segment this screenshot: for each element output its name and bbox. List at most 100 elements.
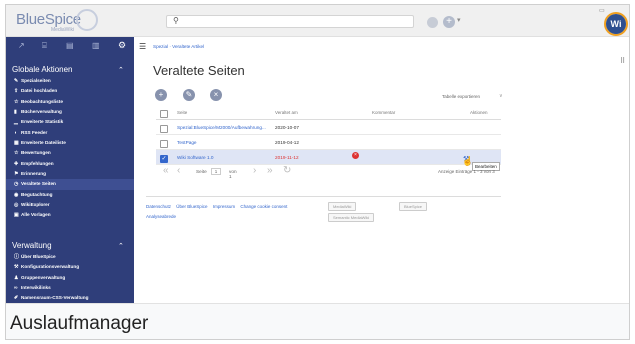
footer-link-about[interactable]: Über BlueSpice [176, 204, 207, 209]
brush-icon: ✐ [14, 295, 19, 302]
page-input[interactable]: 1 [211, 168, 221, 175]
column-header-comment[interactable]: Kommentar [372, 110, 395, 115]
sidebar-item-about[interactable]: ⓘ Über BlueSpice [6, 252, 134, 262]
row-checkbox[interactable]: ✓ [160, 155, 168, 163]
wand-icon: ✎ [14, 78, 19, 84]
footer-links: Datenschutz Über BlueSpice Impressum Cha… [146, 204, 291, 209]
table-header: Seite Veraltet am Kommentar Aktionen [156, 106, 501, 120]
page-link[interactable]: Spezial:BlueSpice/M2000/Aufbewahrung... [177, 125, 266, 130]
chevron-up-icon[interactable]: ⌃ [118, 66, 124, 74]
table-row[interactable]: ✓ Wiki Software 1.0 2019-11-12 ⚒ [156, 150, 501, 165]
sidebar-item-interwiki[interactable]: ∞ Interwikilinks [6, 283, 134, 293]
pin-icon[interactable]: ↗ [18, 41, 25, 50]
gear-icon[interactable]: ⚙ [118, 40, 126, 51]
column-header-date[interactable]: Veraltet am [275, 110, 298, 115]
clipboard-icon[interactable]: ▤ [66, 41, 74, 50]
page-link[interactable]: Wiki Software 1.0 [177, 155, 213, 160]
sidebar-item-label: WikiExplorer [21, 202, 50, 208]
avatar[interactable]: Wi [606, 14, 626, 34]
star-icon: ☆ [14, 98, 19, 105]
sidebar-item-watchlist[interactable]: ☆ Beobachtungsliste [6, 97, 134, 107]
group-heading-global[interactable]: Globale Aktionen [12, 65, 73, 74]
sidebar-item-books[interactable]: ▮ Bücherverwaltung [6, 107, 134, 117]
row-checkbox[interactable] [160, 140, 168, 148]
caption-bar: Auslaufmanager [6, 303, 629, 339]
next-page-icon[interactable]: › [253, 165, 256, 176]
page-title: Veraltete Seiten [153, 63, 245, 78]
prev-page-icon[interactable]: ‹ [177, 165, 180, 176]
chevron-down-icon[interactable]: ∨ [499, 93, 503, 99]
group-heading-admin[interactable]: Verwaltung [12, 241, 52, 250]
minimize-icon[interactable]: ▭ [599, 7, 605, 14]
footer-link-imprint[interactable]: Impressum [213, 204, 235, 209]
add-icon[interactable]: + [443, 16, 455, 28]
sidebar-item-label: Alle Vorlagen [21, 212, 51, 218]
mediawiki-badge[interactable]: MediaWiki [328, 202, 357, 211]
add-button[interactable]: + [155, 89, 167, 101]
edit-button[interactable]: ✎ [183, 89, 195, 101]
table-row[interactable]: TestPage 2019-04-12 [156, 135, 501, 150]
book-icon: ▮ [14, 109, 17, 116]
bluespice-badge[interactable]: BlueSpice [399, 202, 428, 211]
sidebar-item-config[interactable]: ⚒ Konfigurationsverwaltung [6, 262, 134, 272]
last-page-icon[interactable]: » [267, 165, 273, 176]
footer-link-privacy[interactable]: Datenschutz [146, 204, 171, 209]
expiry-date: 2019-04-12 [275, 140, 299, 145]
clock-icon: ◷ [14, 181, 19, 188]
footer-link-cookie[interactable]: Change cookie consent [240, 204, 287, 209]
search-icon: ⚲ [173, 16, 179, 25]
sidebar-item-wikiexplorer[interactable]: ◎ WikiExplorer [6, 200, 134, 210]
sidebar-item-ratings[interactable]: ☆ Bewertungen [6, 148, 134, 158]
footer-link-analysis[interactable]: Analyseabrede [146, 214, 176, 219]
menu-icon[interactable]: ☰ [139, 42, 146, 51]
sidebar-item-label: Spezialseiten [21, 78, 51, 83]
entries-summary: Anzeige Einträge 1 - 3 von 3 [438, 169, 495, 174]
refresh-icon[interactable]: ↻ [283, 165, 291, 176]
sidebar-item-recommendations[interactable]: ✚ Empfehlungen [6, 159, 134, 169]
delete-icon[interactable]: × [352, 152, 359, 159]
column-header-page[interactable]: Seite [177, 110, 187, 115]
sidebar-item-groups[interactable]: ♟ Gruppenverwaltung [6, 273, 134, 283]
top-bar: BlueSpice MediaWiki ⚲ + ▾ ▭ Wi [6, 5, 629, 37]
footer-divider [146, 196, 501, 197]
link-icon: ∞ [14, 285, 18, 292]
expiry-date: 2019-11-12 [275, 155, 299, 160]
sidebar: ↗ ⌸ ▤ ▥ ⚙ Globale Aktionen ⌃ ✎ Spezialsei… [6, 37, 134, 303]
sidebar-item-templates[interactable]: ▣ Alle Vorlagen [6, 210, 134, 220]
chevron-up-icon[interactable]: ⌃ [118, 242, 124, 250]
sidebar-item-label: Veraltete Seiten [21, 181, 56, 187]
sidebar-item-spezialseiten[interactable]: ✎ Spezialseiten [6, 76, 134, 86]
screenshot-frame: BlueSpice MediaWiki ⚲ + ▾ ▭ Wi ↗ ⌸ ▤ ▥ ⚙… [5, 4, 630, 340]
breadcrumb[interactable]: Spezial · Veraltete Artikel [153, 44, 204, 49]
sidebar-item-reminder[interactable]: ⚑ Erinnerung [6, 169, 134, 179]
sidebar-item-filelist[interactable]: ▦ Erweiterte Dateiliste [6, 138, 134, 148]
table-row[interactable]: Spezial:BlueSpice/M2000/Aufbewahrung... … [156, 120, 501, 135]
logo-mark-icon [76, 9, 98, 31]
sidebar-item-label: Erinnerung [21, 171, 47, 177]
edit-icon[interactable] [427, 17, 438, 28]
logo-text[interactable]: BlueSpice [16, 11, 81, 28]
sidebar-item-review[interactable]: ◉ Begutachtung [6, 190, 134, 200]
sidebar-toolbar: ↗ ⌸ ▤ ▥ ⚙ [6, 37, 134, 55]
delete-button[interactable]: × [210, 89, 222, 101]
trash-icon[interactable]: ▥ [92, 41, 100, 50]
export-table-button[interactable]: Tabelle exportieren [442, 94, 480, 99]
sidebar-item-label: Begutachtung [21, 191, 53, 197]
sidebar-item-upload[interactable]: ⇪ Datei hochladen [6, 86, 134, 96]
first-page-icon[interactable]: « [163, 165, 169, 176]
page-link[interactable]: TestPage [177, 140, 197, 145]
drag-handle-icon[interactable]: ⠿ [620, 57, 625, 65]
chevron-down-icon[interactable]: ▾ [457, 16, 461, 24]
bookmark-icon[interactable]: ⌸ [42, 41, 47, 51]
row-checkbox[interactable] [160, 125, 168, 133]
chart-icon: ▁ [14, 119, 18, 126]
sidebar-item-rss[interactable]: ◗ RSS Feeder [6, 128, 134, 138]
smw-badge[interactable]: Semantic MediaWiki [328, 213, 375, 222]
sidebar-item-expired-pages[interactable]: ◷ Veraltete Seiten [6, 179, 134, 190]
sidebar-item-namespace-css[interactable]: ✐ Namensraum-CSS-Verwaltung [6, 293, 134, 303]
sidebar-item-label: Datei hochladen [21, 88, 58, 94]
search-input[interactable]: ⚲ [166, 15, 414, 28]
sidebar-item-statistics[interactable]: ▁ Erweiterte Statistik [6, 117, 134, 127]
info-icon: ⓘ [14, 254, 20, 260]
select-all-checkbox[interactable] [160, 110, 168, 118]
